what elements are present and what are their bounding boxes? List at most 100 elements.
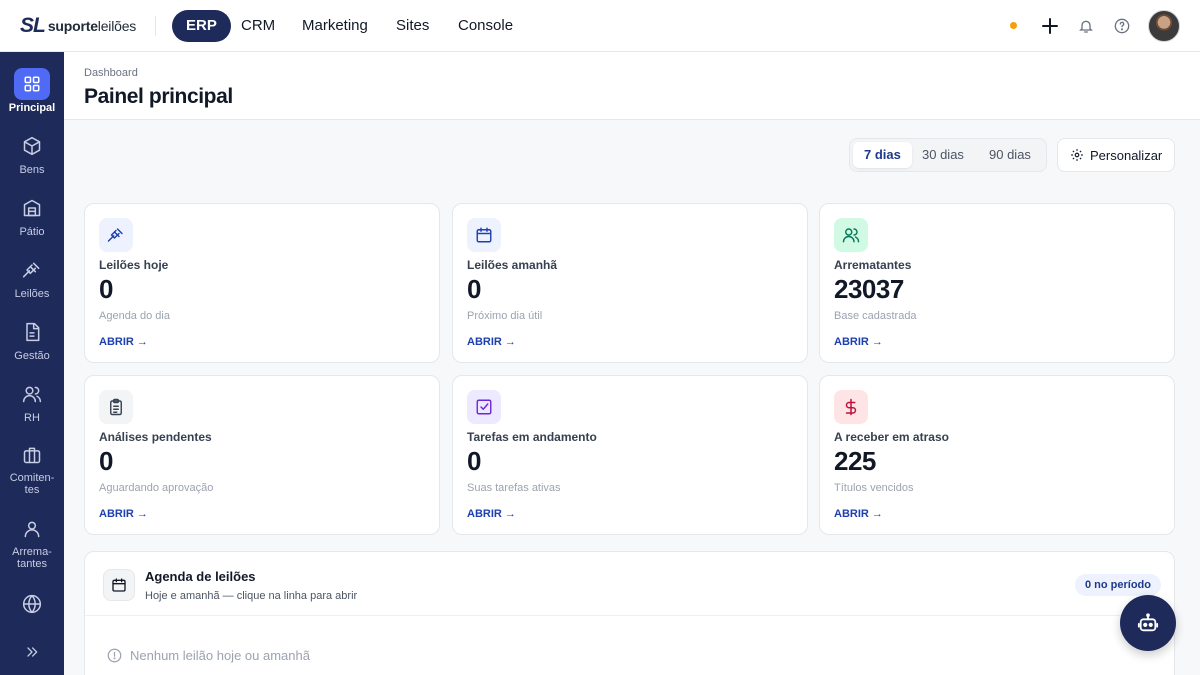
globe-icon [14,588,50,620]
open-link[interactable]: ABRIR → [834,508,883,520]
briefcase-icon [14,440,50,470]
open-link[interactable]: ABRIR → [467,508,516,520]
range-30-days[interactable]: 30 dias [911,142,975,168]
sidebar-item-rh[interactable]: RH [0,378,64,434]
card-subtitle: Aguardando aprovação [99,482,214,494]
stat-card-tarefas: Tarefas em andamento 0 Suas tarefas ativ… [452,375,808,535]
nav-tab-console[interactable]: Console [444,10,527,42]
card-title: Leilões amanhã [467,258,558,272]
top-navbar: SL suporteleilões ERP CRM Marketing Site… [0,0,1200,52]
plus-icon[interactable] [1038,14,1062,38]
period-count-badge: 0 no período [1075,574,1161,596]
brand-logo[interactable]: SL suporteleilões [20,14,136,38]
warehouse-icon [14,192,50,224]
calendar-icon [103,569,135,601]
document-icon [14,316,50,348]
card-value: 0 [467,274,481,304]
agenda-empty-state: Nenhum leilão hoje ou amanhã [107,648,310,663]
customize-label: Personalizar [1090,147,1163,163]
logo-text: suporteleilões [48,18,136,34]
card-subtitle: Agenda do dia [99,310,170,322]
grid-icon [14,68,50,100]
chatbot-button[interactable] [1120,595,1176,651]
card-title: Análises pendentes [99,430,212,444]
card-title: Tarefas em andamento [467,430,597,444]
status-dot [1010,22,1017,29]
card-subtitle: Próximo dia útil [467,310,543,322]
logo-text-bold: suporte [47,18,98,34]
card-subtitle: Títulos vencidos [834,482,914,494]
range-7-days[interactable]: 7 dias [853,142,912,168]
stat-card-leiloes-amanha: Leilões amanhã 0 Próximo dia útil ABRIR … [452,203,808,363]
agenda-panel: Agenda de leilões Hoje e amanhã — clique… [84,551,1175,675]
sidebar-item-leiloes[interactable]: Leilões [0,254,64,310]
gavel-icon [99,218,133,252]
sidebar-expand[interactable] [0,636,64,668]
sidebar-item-gestao[interactable]: Gestão [0,316,64,372]
card-title: A receber em atraso [834,430,949,444]
sidebar-item-patio[interactable]: Pátio [0,192,64,248]
sidebar-item-label: Pátio [19,226,45,238]
sidebar-item-comitentes[interactable]: Comiten-tes [0,440,64,496]
card-value: 0 [99,446,113,476]
open-link[interactable]: ABRIR → [467,336,516,348]
card-value: 0 [467,446,481,476]
stat-card-receber-atraso: A receber em atraso 225 Títulos vencidos… [819,375,1175,535]
card-subtitle: Base cadastrada [834,310,917,322]
users-icon [834,218,868,252]
sidebar-item-label: Leilões [14,288,50,300]
date-range-selector: 7 dias 30 dias 90 dias [849,138,1047,172]
open-link[interactable]: ABRIR → [99,508,148,520]
card-value: 0 [99,274,113,304]
open-link[interactable]: ABRIR → [99,336,148,348]
bell-icon[interactable] [1074,14,1098,38]
gavel-icon [14,254,50,286]
agenda-title: Agenda de leilões [145,569,256,584]
sidebar-item-principal[interactable]: Principal [0,68,64,124]
dollar-icon [834,390,868,424]
sidebar-item-bens[interactable]: Bens [0,130,64,186]
empty-message: Nenhum leilão hoje ou amanhã [130,648,310,663]
nav-tab-crm[interactable]: CRM [227,10,289,42]
clipboard-icon [99,390,133,424]
users-icon [14,378,50,410]
range-90-days[interactable]: 90 dias [978,142,1042,168]
nav-tab-marketing[interactable]: Marketing [288,10,382,42]
card-value: 23037 [834,274,904,304]
user-avatar[interactable] [1148,10,1180,42]
card-title: Leilões hoje [99,258,169,272]
help-icon[interactable] [1110,14,1134,38]
page-title: Painel principal [84,85,233,108]
gear-icon [1071,149,1083,161]
stat-card-arrematantes: Arrematantes 23037 Base cadastrada ABRIR… [819,203,1175,363]
open-link[interactable]: ABRIR → [834,336,883,348]
card-subtitle: Suas tarefas ativas [467,482,561,494]
sidebar-item-arrematantes[interactable]: Arrema-tantes [0,514,64,570]
sidebar-item-label: Comiten-tes [9,472,55,496]
divider [85,615,1174,616]
user-icon [14,514,50,544]
calendar-icon [467,218,501,252]
page-header: Dashboard Painel principal [64,52,1200,120]
card-title: Arrematantes [834,258,912,272]
robot-icon [1137,613,1159,632]
sidebar-item-label: RH [24,412,40,424]
nav-tab-erp[interactable]: ERP [172,10,231,42]
stat-card-leiloes-hoje: Leilões hoje 0 Agenda do dia ABRIR → [84,203,440,363]
sidebar-item-label: Principal [8,102,56,114]
agenda-subtitle: Hoje e amanhã — clique na linha para abr… [145,590,358,602]
topbar-divider [155,16,156,36]
logo-mark: SL [20,14,46,37]
breadcrumb[interactable]: Dashboard [84,67,138,79]
stat-card-analises-pendentes: Análises pendentes 0 Aguardando aprovaçã… [84,375,440,535]
sidebar-item-label: Arrema-tantes [12,546,52,570]
sidebar-item-label: Gestão [14,350,50,362]
info-icon [107,648,122,663]
card-value: 225 [834,446,876,476]
customize-button[interactable]: Personalizar [1057,138,1175,172]
expand-icon [14,636,50,668]
checkbox-icon [467,390,501,424]
sidebar-item-label: Bens [19,164,45,176]
nav-tab-sites[interactable]: Sites [382,10,443,42]
sidebar: Principal Bens Pátio Leilões Gestão RH C… [0,52,64,675]
